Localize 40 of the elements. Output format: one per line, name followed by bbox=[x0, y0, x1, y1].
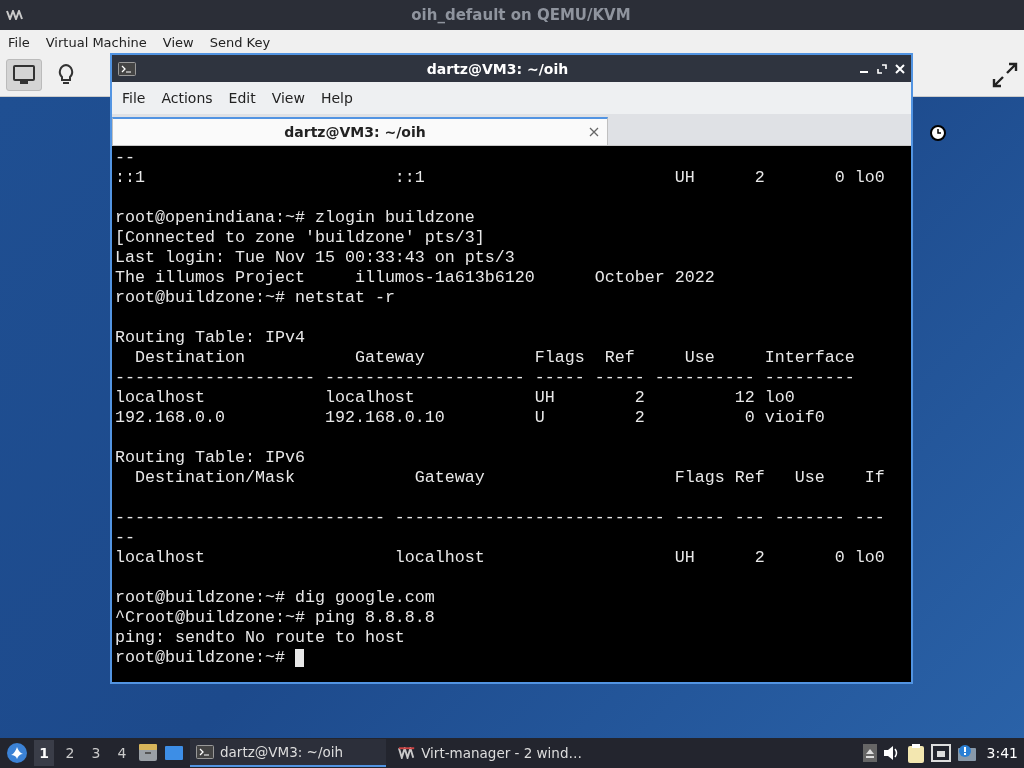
terminal-line: -- bbox=[115, 528, 135, 548]
clock: 3:41 bbox=[986, 745, 1018, 761]
menu-item[interactable]: File bbox=[0, 34, 38, 50]
menu-item[interactable]: View bbox=[154, 34, 202, 50]
terminal-line: -------------------- -------------------- ----- ----- ---------- --------- bbox=[115, 368, 855, 388]
terminal-line: 192.168.0.0 192.168.0.10 U 2 0 vioif0 bbox=[115, 408, 825, 428]
terminal-line: Routing Table: IPv6 bbox=[115, 448, 305, 468]
terminal-line: Last login: Tue Nov 15 00:33:43 on pts/3 bbox=[115, 248, 515, 268]
menu-item[interactable]: File bbox=[114, 86, 154, 110]
terminal-line: root@openindiana:~# zlogin buildzone bbox=[115, 208, 475, 228]
terminal-window-title: dartz@VM3: ~/oih bbox=[425, 60, 570, 77]
taskbar-button[interactable]: Virt-manager - 2 wind… bbox=[392, 739, 588, 767]
terminal-line: ::1 ::1 UH 2 0 lo0 bbox=[115, 168, 885, 188]
menu-item[interactable]: View bbox=[263, 86, 313, 110]
terminal-line: Destination/Mask Gateway Flags Ref Use If bbox=[134, 468, 885, 488]
terminal-line: Routing Table: IPv4 bbox=[115, 328, 305, 348]
workspace-button[interactable]: 4 bbox=[112, 740, 132, 766]
menu-item[interactable]: Edit bbox=[220, 86, 264, 110]
terminal-line: localhost localhost UH 2 12 lo0 bbox=[115, 388, 795, 408]
terminal-line: ping: sendto No route to host bbox=[115, 628, 405, 648]
terminal-line: [Connected to zone 'buildzone' pts/3] bbox=[115, 228, 485, 248]
terminal-prompt: root@buildzone:~# bbox=[115, 648, 285, 668]
menu-item[interactable]: Actions bbox=[153, 86, 221, 110]
window-title: oih_default on QEMU/KVM bbox=[410, 6, 632, 24]
terminal-line: root@buildzone:~# dig google.com bbox=[115, 588, 435, 608]
terminal-tab[interactable]: dartz@VM3: ~/oih bbox=[112, 117, 608, 145]
menu-item[interactable]: Help bbox=[312, 86, 361, 110]
menu-item[interactable]: Send Key bbox=[201, 34, 279, 50]
terminal-line: The illumos Project illumos-1a613b6120 October 2022 bbox=[115, 268, 715, 288]
terminal-line: -- bbox=[115, 148, 135, 168]
menu-item[interactable]: Virtual Machine bbox=[37, 34, 155, 50]
workspace-button[interactable]: 3 bbox=[86, 740, 106, 766]
terminal-line: --------------------------- --------------------------- ----- --- ------- --- bbox=[115, 508, 885, 528]
terminal-line: root@buildzone:~# netstat -r bbox=[115, 288, 395, 308]
workspace-button[interactable]: 2 bbox=[60, 740, 80, 766]
terminal-line: Destination Gateway Flags Ref Use Interface bbox=[134, 348, 855, 368]
workspace-button[interactable]: 1 bbox=[34, 740, 54, 766]
terminal-line: localhost localhost UH 2 0 lo0 bbox=[115, 548, 885, 568]
taskbar-button[interactable]: dartz@VM3: ~/oih bbox=[190, 739, 386, 767]
terminal-line: ^Croot@buildzone:~# ping 8.8.8.8 bbox=[115, 608, 435, 628]
